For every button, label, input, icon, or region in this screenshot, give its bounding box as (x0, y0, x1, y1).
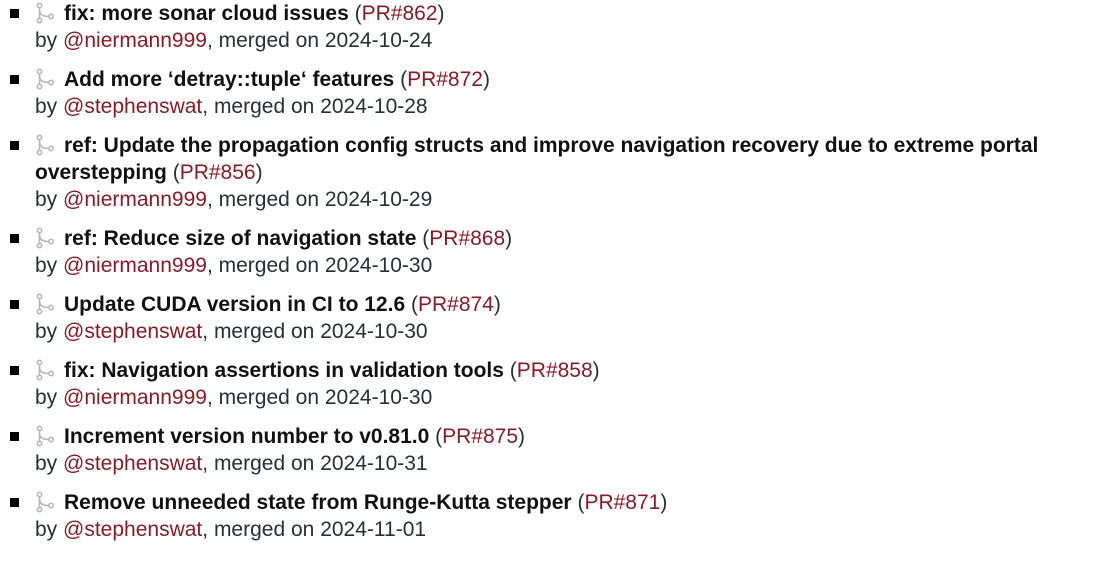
git-merge-icon (35, 134, 55, 156)
git-merge-icon (35, 359, 55, 381)
merged-on-label: merged on (218, 29, 320, 52)
pull-request-link[interactable]: PR#875 (442, 425, 518, 448)
merge-date: 2024-10-24 (324, 29, 433, 52)
author-link[interactable]: @niermann999 (63, 29, 207, 52)
pull-request-item: Increment version number to v0.81.0 (PR#… (0, 423, 1106, 477)
pull-request-meta: by @stephenswat, merged on 2024-10-31 (35, 452, 428, 475)
pull-request-title: Increment version number to v0.81.0 (64, 425, 430, 448)
pull-request-item: fix: more sonar cloud issues (PR#862) by… (0, 0, 1106, 54)
square-bullet-icon (10, 432, 19, 441)
merged-on-label: merged on (213, 95, 315, 118)
pull-request-title-line: Remove unneeded state from Runge-Kutta s… (35, 489, 1106, 516)
square-bullet-icon (10, 366, 19, 375)
pull-request-item: ref: Reduce size of navigation state (PR… (0, 225, 1106, 279)
pull-request-title-line: fix: Navigation assertions in validation… (35, 357, 1106, 384)
square-bullet-icon (10, 498, 19, 507)
pull-request-ref: (PR#872) (400, 68, 490, 91)
merge-date: 2024-10-31 (320, 452, 428, 475)
pull-request-link[interactable]: PR#856 (180, 161, 256, 184)
pull-request-ref: (PR#875) (435, 425, 526, 448)
merged-on-label: merged on (218, 188, 320, 211)
pull-request-list: fix: more sonar cloud issues (PR#862) by… (0, 0, 1106, 555)
pull-request-meta: by @niermann999, merged on 2024-10-30 (35, 386, 433, 409)
pull-request-item: Add more ‘detray::tuple‘ features (PR#87… (0, 66, 1106, 120)
by-label: by (35, 320, 58, 343)
author-link[interactable]: @stephenswat (63, 95, 202, 118)
pull-request-title: Add more ‘detray::tuple‘ features (64, 68, 395, 91)
git-merge-icon (35, 425, 55, 447)
merge-date: 2024-11-01 (320, 518, 427, 541)
pull-request-item: Update CUDA version in CI to 12.6 (PR#87… (0, 291, 1106, 345)
git-merge-icon (35, 491, 55, 513)
author-link[interactable]: @stephenswat (63, 320, 202, 343)
merged-on-label: merged on (218, 254, 320, 277)
pull-request-ref: (PR#856) (172, 161, 263, 184)
by-label: by (35, 95, 58, 118)
pull-request-meta: by @stephenswat, merged on 2024-10-28 (35, 95, 428, 118)
merged-on-label: merged on (213, 452, 315, 475)
pull-request-title-line: ref: Update the propagation config struc… (35, 132, 1106, 186)
pull-request-ref: (PR#868) (422, 227, 513, 250)
by-label: by (35, 254, 58, 277)
pull-request-item: Remove unneeded state from Runge-Kutta s… (0, 489, 1106, 543)
pull-request-title: Remove unneeded state from Runge-Kutta s… (64, 491, 572, 514)
merge-date: 2024-10-30 (324, 386, 433, 409)
merge-date: 2024-10-29 (324, 188, 433, 211)
git-merge-icon (35, 227, 55, 249)
pull-request-title: ref: Reduce size of navigation state (64, 227, 417, 250)
author-link[interactable]: @stephenswat (63, 452, 202, 475)
pull-request-link[interactable]: PR#874 (418, 293, 494, 316)
square-bullet-icon (10, 141, 19, 150)
git-merge-icon (35, 2, 55, 24)
pull-request-title-line: Update CUDA version in CI to 12.6 (PR#87… (35, 291, 1106, 318)
pull-request-title: fix: more sonar cloud issues (64, 2, 349, 25)
merge-date: 2024-10-30 (324, 254, 433, 277)
by-label: by (35, 452, 58, 475)
square-bullet-icon (10, 234, 19, 243)
by-label: by (35, 29, 58, 52)
by-label: by (35, 386, 58, 409)
pull-request-meta: by @stephenswat, merged on 2024-11-01 (35, 518, 427, 541)
merge-date: 2024-10-28 (320, 95, 428, 118)
by-label: by (35, 188, 58, 211)
pull-request-meta: by @stephenswat, merged on 2024-10-30 (35, 320, 428, 343)
pull-request-item: ref: Update the propagation config struc… (0, 132, 1106, 213)
author-link[interactable]: @niermann999 (63, 386, 207, 409)
pull-request-title-line: fix: more sonar cloud issues (PR#862) (35, 0, 1106, 27)
pull-request-link[interactable]: PR#871 (584, 491, 660, 514)
pull-request-link[interactable]: PR#858 (517, 359, 593, 382)
merged-on-label: merged on (213, 320, 315, 343)
author-link[interactable]: @niermann999 (63, 254, 207, 277)
pull-request-meta: by @niermann999, merged on 2024-10-29 (35, 188, 433, 211)
merged-on-label: merged on (218, 386, 320, 409)
pull-request-title: fix: Navigation assertions in validation… (64, 359, 504, 382)
pull-request-title: Update CUDA version in CI to 12.6 (64, 293, 406, 316)
pull-request-title-line: Add more ‘detray::tuple‘ features (PR#87… (35, 66, 1106, 93)
git-merge-icon (35, 68, 55, 90)
pull-request-link[interactable]: PR#868 (429, 227, 505, 250)
merge-date: 2024-10-30 (320, 320, 428, 343)
pull-request-meta: by @niermann999, merged on 2024-10-30 (35, 254, 433, 277)
pull-request-meta: by @niermann999, merged on 2024-10-24 (35, 29, 433, 52)
merged-on-label: merged on (213, 518, 315, 541)
pull-request-title-line: Increment version number to v0.81.0 (PR#… (35, 423, 1106, 450)
pull-request-ref: (PR#862) (354, 2, 445, 25)
pull-request-title-line: ref: Reduce size of navigation state (PR… (35, 225, 1106, 252)
square-bullet-icon (10, 75, 19, 84)
by-label: by (35, 518, 58, 541)
pull-request-ref: (PR#874) (410, 293, 501, 316)
square-bullet-icon (10, 300, 19, 309)
square-bullet-icon (10, 9, 19, 18)
git-merge-icon (35, 293, 55, 315)
author-link[interactable]: @niermann999 (63, 188, 207, 211)
pull-request-ref: (PR#871) (577, 491, 668, 514)
pull-request-ref: (PR#858) (509, 359, 600, 382)
pull-request-link[interactable]: PR#862 (362, 2, 438, 25)
pull-request-link[interactable]: PR#872 (407, 68, 483, 91)
pull-request-item: fix: Navigation assertions in validation… (0, 357, 1106, 411)
author-link[interactable]: @stephenswat (63, 518, 202, 541)
